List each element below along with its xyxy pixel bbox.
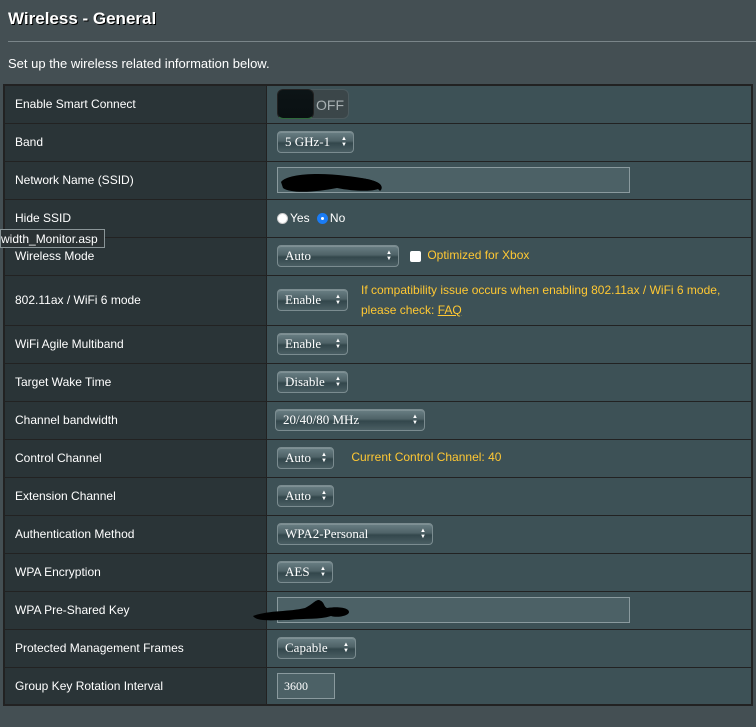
xbox-label: Optimized for Xbox bbox=[427, 248, 530, 263]
control-channel-value: Auto bbox=[285, 450, 311, 465]
url-tooltip: width_Monitor.asp bbox=[0, 229, 105, 248]
select-arrows-icon: ▲ ▼ bbox=[335, 338, 341, 350]
row-control-channel: Control Channel Auto ▲ ▼ Current Control C… bbox=[3, 438, 753, 478]
faq-link[interactable]: FAQ bbox=[438, 303, 462, 317]
wifi6-note: If compatibility issue occurs when enabl… bbox=[361, 280, 720, 320]
row-wireless-mode: Wireless Mode Auto ▲ ▼ Optimized for Xbox bbox=[3, 236, 753, 276]
title-divider bbox=[8, 41, 756, 42]
select-arrows-icon: ▲ ▼ bbox=[343, 642, 349, 654]
wpa-psk-input[interactable] bbox=[277, 597, 630, 623]
label-agile-multiband: WiFi Agile Multiband bbox=[3, 324, 267, 364]
group-key-interval-input[interactable]: 3600 bbox=[277, 672, 335, 699]
select-arrows-icon: ▲ ▼ bbox=[335, 294, 341, 306]
label-auth-method: Authentication Method bbox=[3, 514, 267, 554]
row-group-key-interval: Group Key Rotation Interval 3600 bbox=[3, 666, 753, 706]
band-select-value: 5 GHz-1 bbox=[285, 134, 331, 149]
select-arrows-icon: ▲ ▼ bbox=[335, 376, 341, 388]
select-arrows-icon: ▲ ▼ bbox=[341, 136, 347, 148]
select-arrows-icon: ▲ ▼ bbox=[320, 566, 326, 578]
select-arrows-icon: ▲ ▼ bbox=[321, 490, 327, 502]
label-target-wake-time: Target Wake Time bbox=[3, 362, 267, 402]
label-smart-connect: Enable Smart Connect bbox=[3, 84, 267, 124]
extension-channel-value: Auto bbox=[285, 488, 311, 503]
row-channel-bandwidth: Channel bandwidth 20/40/80 MHz ▲ ▼ bbox=[3, 400, 753, 440]
row-wpa-psk: WPA Pre-Shared Key bbox=[3, 590, 753, 630]
wifi6-note-line2: please check: bbox=[361, 303, 438, 317]
hide-ssid-yes-option[interactable]: Yes bbox=[277, 211, 310, 225]
label-band: Band bbox=[3, 122, 267, 162]
radio-no[interactable] bbox=[316, 213, 328, 225]
label-pmf: Protected Management Frames bbox=[3, 628, 267, 668]
row-wpa-encryption: WPA Encryption AES ▲ ▼ bbox=[3, 552, 753, 592]
pmf-select[interactable]: Capable ▲ ▼ bbox=[277, 637, 356, 659]
row-agile-multiband: WiFi Agile Multiband Enable ▲ ▼ bbox=[3, 324, 753, 364]
toggle-state-label: OFF bbox=[316, 97, 344, 114]
channel-bandwidth-value: 20/40/80 MHz bbox=[283, 412, 360, 427]
row-pmf: Protected Management Frames Capable ▲ ▼ bbox=[3, 628, 753, 668]
wpa-encryption-select[interactable]: AES ▲ ▼ bbox=[277, 561, 333, 583]
ssid-input[interactable] bbox=[277, 167, 630, 193]
label-ssid: Network Name (SSID) bbox=[3, 160, 267, 200]
row-ssid: Network Name (SSID) bbox=[3, 160, 753, 200]
select-arrows-icon: ▲ ▼ bbox=[386, 250, 392, 262]
label-wpa-encryption: WPA Encryption bbox=[3, 552, 267, 592]
agile-multiband-value: Enable bbox=[285, 336, 322, 351]
xbox-checkbox[interactable] bbox=[410, 250, 422, 262]
radio-yes[interactable] bbox=[277, 213, 288, 225]
agile-multiband-select[interactable]: Enable ▲ ▼ bbox=[277, 333, 348, 355]
label-wpa-psk: WPA Pre-Shared Key bbox=[3, 590, 267, 630]
select-arrows-icon: ▲ ▼ bbox=[420, 528, 426, 540]
row-hide-ssid: Hide SSID Yes No bbox=[3, 198, 753, 238]
wireless-mode-select[interactable]: Auto ▲ ▼ bbox=[277, 245, 399, 267]
label-group-key-interval: Group Key Rotation Interval bbox=[3, 666, 267, 706]
auth-method-value: WPA2-Personal bbox=[285, 526, 369, 541]
band-select[interactable]: 5 GHz-1 ▲ ▼ bbox=[277, 131, 354, 153]
row-auth-method: Authentication Method WPA2-Personal ▲ ▼ bbox=[3, 514, 753, 554]
channel-bandwidth-select[interactable]: 20/40/80 MHz ▲ ▼ bbox=[275, 409, 425, 431]
target-wake-time-select[interactable]: Disable ▲ ▼ bbox=[277, 371, 348, 393]
label-extension-channel: Extension Channel bbox=[3, 476, 267, 516]
row-band: Band 5 GHz-1 ▲ ▼ bbox=[3, 122, 753, 162]
wireless-mode-value: Auto bbox=[285, 248, 311, 263]
radio-yes-label: Yes bbox=[290, 211, 310, 225]
row-target-wake-time: Target Wake Time Disable ▲ ▼ bbox=[3, 362, 753, 402]
extension-channel-select[interactable]: Auto ▲ ▼ bbox=[277, 485, 334, 507]
radio-no-label: No bbox=[329, 211, 346, 225]
page-subtitle: Set up the wireless related information … bbox=[8, 56, 270, 71]
auth-method-select[interactable]: WPA2-Personal ▲ ▼ bbox=[277, 523, 433, 545]
wifi6-value: Enable bbox=[285, 292, 322, 307]
target-wake-time-value: Disable bbox=[285, 374, 325, 389]
toggle-knob bbox=[277, 89, 314, 120]
wpa-encryption-value: AES bbox=[285, 564, 310, 579]
current-channel-note: Current Control Channel: 40 bbox=[351, 450, 502, 465]
label-wifi6: 802.11ax / WiFi 6 mode bbox=[3, 274, 267, 326]
page-title: Wireless - General bbox=[8, 9, 157, 28]
hide-ssid-no-option[interactable]: No bbox=[316, 211, 346, 225]
row-extension-channel: Extension Channel Auto ▲ ▼ bbox=[3, 476, 753, 516]
label-control-channel: Control Channel bbox=[3, 438, 267, 478]
wifi6-select[interactable]: Enable ▲ ▼ bbox=[277, 289, 348, 311]
smart-connect-toggle[interactable]: OFF bbox=[277, 89, 349, 120]
wifi6-note-line1: If compatibility issue occurs when enabl… bbox=[361, 283, 721, 297]
select-arrows-icon: ▲ ▼ bbox=[412, 414, 418, 426]
row-wifi6: 802.11ax / WiFi 6 mode Enable ▲ ▼ If compa… bbox=[3, 274, 753, 326]
row-smart-connect: Enable Smart Connect OFF bbox=[3, 84, 753, 124]
pmf-value: Capable bbox=[285, 640, 328, 655]
label-channel-bandwidth: Channel bandwidth bbox=[3, 400, 267, 440]
control-channel-select[interactable]: Auto ▲ ▼ bbox=[277, 447, 334, 469]
select-arrows-icon: ▲ ▼ bbox=[321, 452, 327, 464]
wireless-settings-table: Enable Smart Connect OFF Band 5 GHz-1 ▲ ▼ … bbox=[3, 84, 753, 706]
